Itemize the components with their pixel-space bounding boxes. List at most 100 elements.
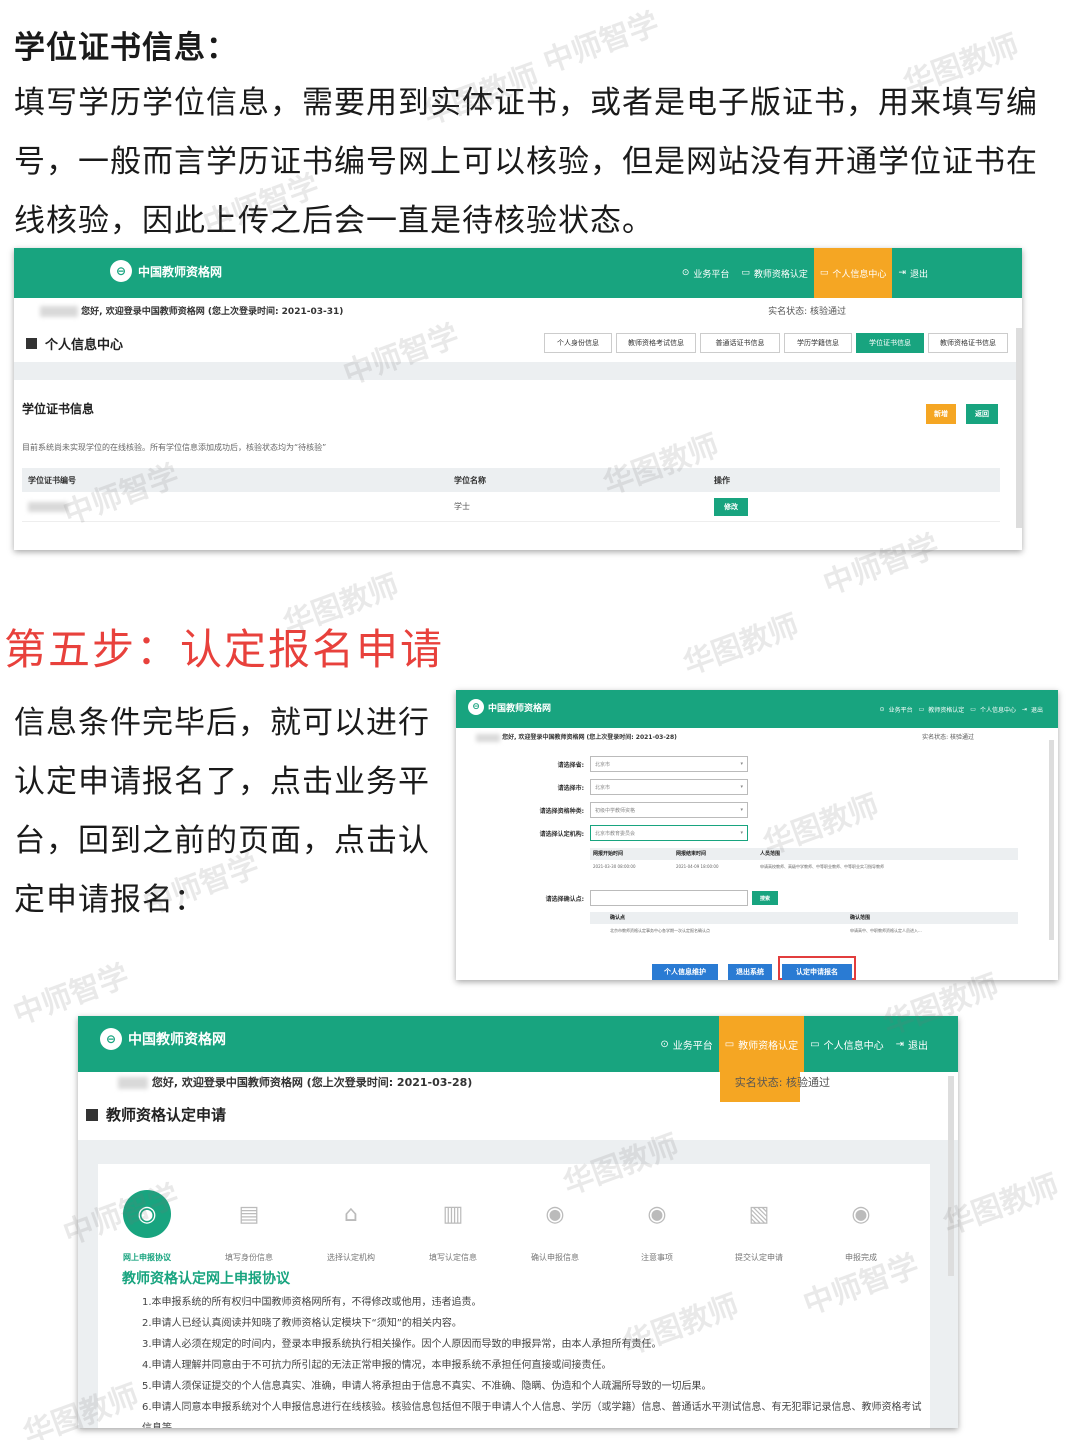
nav-label: 退出: [909, 269, 928, 280]
tab-certificate[interactable]: 教师资格证书信息: [928, 333, 1008, 353]
scope-text: 申请高校教师、高级中学教师、中等职业教师、中等职业实习指导教师: [760, 864, 884, 869]
nav-logout[interactable]: ⇥ 退出: [892, 248, 934, 298]
welcome-label: 您好, 欢迎登录中国教师资格网 (您上次登录时间: 2021-03-31): [81, 307, 344, 317]
monitor-icon: ▭: [741, 268, 750, 278]
intro-paragraph: 填写学历学位信息，需要用到实体证书，或者是电子版证书，用来填写编号，一般而言学历…: [14, 85, 1038, 239]
verify-status: 实名状态: 核验通过: [922, 734, 974, 741]
nav-logout[interactable]: ⇥ 退出: [890, 1016, 934, 1072]
period-header: 网报开始时间 网报结束时间 人员范围: [590, 848, 1018, 860]
add-button[interactable]: 新增: [926, 404, 956, 424]
step-confirm: ◉ 确认申报信息: [504, 1190, 606, 1263]
col-scope: 人员范围: [760, 851, 781, 857]
edit-button[interactable]: 修改: [714, 498, 748, 516]
apply-register-button[interactable]: 认定申请报名: [782, 964, 852, 980]
province-select[interactable]: 北京市 ▾: [590, 756, 748, 772]
nav-teacher-cert[interactable]: ▭ 教师资格认定: [718, 1016, 805, 1072]
site-logo[interactable]: ⊖ 中国教师资格网: [100, 1028, 226, 1050]
col-end: 网报结束时间: [676, 851, 707, 857]
step-label: 网上申报协议: [123, 1253, 171, 1262]
welcome-text: 您好, 欢迎登录中国教师资格网 (您上次登录时间: 2021-03-28): [118, 1074, 472, 1090]
tab-degree[interactable]: 学位证书信息: [856, 333, 924, 353]
scrollbar[interactable]: [948, 1076, 954, 1276]
welcome-text: 您好, 欢迎登录中国教师资格网 (您上次登录时间: 2021-03-31): [40, 304, 343, 317]
step-label: 确认申报信息: [531, 1253, 579, 1262]
nav-label: 退出: [908, 1040, 928, 1052]
end-time: 2021-04-09 18:00:00: [676, 864, 719, 869]
step-cert-info: ▥ 填写认定信息: [402, 1190, 504, 1263]
step-label: 填写认定信息: [429, 1253, 477, 1262]
archive-icon: [86, 1108, 98, 1121]
screenshot-agreement: ⊖ 中国教师资格网 ⊙ 业务平台 ▭ 教师资格认定 ▭ 个人信息中心 ⇥ 退出 您好, …: [78, 1016, 958, 1428]
period-row: 2021-03-30 08:00:00 2021-04-09 18:00:00 …: [590, 862, 1018, 874]
logout-icon: ⇥: [898, 268, 906, 278]
platform-icon: ⊙: [660, 1038, 669, 1050]
nav-personal-center[interactable]: ▭ 个人信息中心: [804, 1016, 889, 1072]
site-header: ⊖ 中国教师资格网 ⊙ 业务平台 ▭ 教师资格认定 ▭ 个人信息中心 ⇥ 退出: [14, 248, 1022, 298]
nav-label: 个人信息中心: [823, 1040, 884, 1052]
confirm-label: 请选择确认点:: [545, 895, 584, 903]
search-button[interactable]: 搜索: [752, 891, 778, 905]
platform-icon: ⊙: [681, 268, 690, 278]
rule-item: 6.申请人同意本申报系统对个人申报信息进行在线核验。核验信息包括但不限于申请人个…: [142, 1402, 922, 1428]
eye-icon: ◉: [123, 1190, 171, 1238]
site-logo[interactable]: ⊖ 中国教师资格网: [110, 260, 222, 282]
province-row: 请选择省: 北京市 ▾: [504, 756, 748, 772]
logo-icon: ⊖: [100, 1028, 122, 1050]
province-value: 北京市: [595, 761, 611, 768]
type-row: 请选择资格种类: 初级中学教师资格 ▾: [504, 802, 748, 818]
welcome-text: 您好, 欢迎登录中国教师资格网 (您上次登录时间: 2021-03-28): [476, 732, 677, 742]
monitor-icon: ▭: [819, 268, 829, 278]
step-identity: ▤ 填写身份信息: [198, 1190, 300, 1263]
monitor-icon: ▭: [724, 1038, 735, 1050]
back-button[interactable]: 返回: [966, 404, 998, 424]
scrollbar[interactable]: [1049, 740, 1054, 940]
nav-business-platform[interactable]: ⊙ 业务平台: [654, 1016, 718, 1072]
monitor-icon: ▭: [810, 1038, 820, 1050]
monitor-icon: ▭: [918, 705, 925, 713]
nav-label: 业务平台: [672, 1040, 713, 1052]
nav-label: 个人信息中心: [832, 269, 887, 280]
nav-teacher-cert[interactable]: ▭ 教师资格认定: [735, 248, 814, 298]
nav-label: 业务平台: [888, 706, 913, 714]
left-gutter: [78, 1164, 98, 1428]
personal-info-button[interactable]: 个人信息维护: [652, 964, 718, 980]
nav-label: 教师资格认定: [928, 706, 965, 714]
exit-system-button[interactable]: 退出系统: [728, 964, 772, 980]
step5-paragraph: 信息条件完毕后，就可以进行认定申请报名了，点击业务平台，回到之前的页面，点击认定…: [14, 705, 430, 918]
panel-title: 个人信息中心: [26, 334, 123, 353]
scrollbar[interactable]: [1016, 328, 1022, 528]
confirm-input[interactable]: [590, 890, 748, 906]
col-degree: 学位名称: [454, 476, 486, 485]
col-cert-no: 学位证书编号: [28, 476, 76, 485]
tab-education[interactable]: 学历学籍信息: [784, 333, 852, 353]
org-select[interactable]: 北京市教育委员会 ▾: [590, 825, 748, 841]
nav-business-platform[interactable]: ⊙ 业务平台: [877, 690, 916, 728]
type-value: 初级中学教师资格: [595, 807, 636, 814]
type-select[interactable]: 初级中学教师资格 ▾: [590, 802, 748, 818]
tab-mandarin[interactable]: 普通话证书信息: [700, 333, 780, 353]
tab-exam[interactable]: 教师资格考试信息: [616, 333, 696, 353]
nav-personal-center[interactable]: ▭ 个人信息中心: [813, 248, 893, 298]
nav-business-platform[interactable]: ⊙ 业务平台: [676, 248, 736, 298]
form-icon: ▤: [238, 1201, 260, 1227]
nav-teacher-cert[interactable]: ▭ 教师资格认定: [916, 690, 968, 728]
nav-personal-center[interactable]: ▭ 个人信息中心: [967, 690, 1019, 728]
city-select[interactable]: 北京市 ▾: [590, 779, 748, 795]
nav-logout[interactable]: ⇥ 退出: [1019, 690, 1046, 728]
rule-item: 4.申请人理解并同意由于不可抗力所引起的无法正常申报的情况，本申报系统不承担任何…: [142, 1360, 612, 1371]
monitor-icon: ▭: [970, 705, 976, 713]
col-point: 确认点: [610, 915, 626, 921]
nav-label: 教师资格认定: [738, 1040, 799, 1052]
confirm-table-row: 北京市教师资格认定事务中心各学期一次认定报名确认点 申请高中、中职教师资格认定人…: [590, 926, 1018, 938]
org-value: 北京市教育委员会: [595, 830, 636, 837]
tab-identity[interactable]: 个人身份信息: [544, 333, 612, 353]
watermark: 华图教师: [678, 608, 804, 683]
site-name: 中国教师资格网: [128, 1032, 226, 1048]
section-title: 学位证书信息: [22, 402, 95, 416]
top-nav: ⊙ 业务平台 ▭ 教师资格认定 ▭ 个人信息中心 ⇥ 退出: [676, 248, 934, 298]
blurred-cert-no: [28, 502, 68, 512]
welcome-label: 您好, 欢迎登录中国教师资格网 (您上次登录时间: 2021-03-28): [502, 734, 677, 741]
site-logo[interactable]: ⊖ 中国教师资格网: [468, 699, 551, 715]
rule-item: 3.申请人必须在规定的时间内，登录本申报系统执行相关操作。因个人原因而导致的申报…: [142, 1339, 662, 1350]
screenshot-apply-form: ⊖ 中国教师资格网 ⊙ 业务平台 ▭ 教师资格认定 ▭ 个人信息中心 ⇥ 退出 您好, …: [456, 690, 1058, 980]
